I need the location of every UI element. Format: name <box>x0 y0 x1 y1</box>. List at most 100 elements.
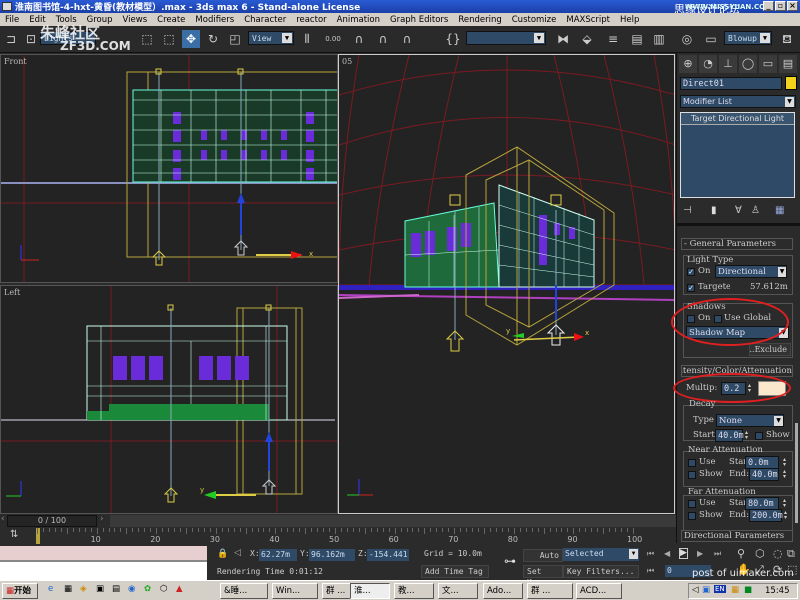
menu-item-maxscript[interactable]: MAXScript <box>561 15 615 25</box>
quick-launch-icon[interactable]: ✿ <box>144 584 151 594</box>
object-color-swatch[interactable] <box>785 76 797 90</box>
light-type-dropdown[interactable]: Directional ▼ <box>715 265 787 278</box>
near-end-spinner[interactable]: ▴ ▾ <box>783 469 788 480</box>
quick-launch-icon[interactable]: ◉ <box>128 584 135 594</box>
link-icon[interactable]: ⊡ <box>22 30 40 48</box>
absolute-mode-icon[interactable]: ◁ <box>234 548 241 558</box>
menu-item-file[interactable]: File <box>0 15 24 25</box>
start-button[interactable]: ▦开始 <box>2 583 38 599</box>
pin-stack-icon[interactable]: ⊣ <box>683 205 692 216</box>
rotate-icon[interactable]: ↻ <box>204 30 222 48</box>
network-icon[interactable]: ▣ <box>702 585 710 595</box>
zoom-icon[interactable]: ⚲ <box>737 547 745 560</box>
select-region-icon[interactable]: ⬚ <box>138 30 156 48</box>
add-time-tag-button[interactable]: Add Time Tag <box>421 565 489 578</box>
modify-tab-icon[interactable]: ◔ <box>699 55 717 73</box>
percent-snap-icon[interactable]: ∩ <box>374 30 392 48</box>
quick-launch-icon[interactable]: ▲ <box>176 584 183 594</box>
decay-show-checkbox[interactable] <box>755 432 763 440</box>
viewport-front[interactable]: x Front <box>0 54 338 283</box>
menu-item-customize[interactable]: Customize <box>507 15 562 25</box>
time-slider[interactable]: 0 / 100 <box>7 515 97 527</box>
angle-snap-icon[interactable]: ∩ <box>350 30 368 48</box>
close-button[interactable]: × <box>787 1 798 11</box>
quick-launch-icon[interactable]: ◈ <box>80 584 87 594</box>
remove-modifier-icon[interactable]: ♙ <box>751 205 760 216</box>
far-start-spinner[interactable]: ▴ ▾ <box>783 498 788 509</box>
named-selection-dropdown[interactable]: ▼ <box>466 31 546 45</box>
lock-selection-icon[interactable]: 🔒 <box>217 549 228 559</box>
ime-icon[interactable]: ▦ <box>731 585 739 595</box>
spinner-snap-toggle-icon[interactable]: ∩ <box>398 30 416 48</box>
far-end-field[interactable]: 200.0m <box>749 509 783 522</box>
set-key-button[interactable]: Set Key <box>523 565 563 587</box>
taskbar-item[interactable]: Ado... <box>483 583 523 599</box>
quick-launch-icon[interactable]: ⬡ <box>160 584 167 594</box>
directional-parameters-rollout[interactable]: Directional Parameters <box>681 530 793 542</box>
quick-launch-icon[interactable]: ▦ <box>64 584 72 594</box>
z-coordinate-field[interactable]: -154.441 <box>367 549 409 561</box>
display-tab-icon[interactable]: ▭ <box>759 55 777 73</box>
taskbar-item[interactable]: 教... <box>394 583 434 599</box>
modifier-stack[interactable]: Target Directional Light <box>680 112 795 198</box>
key-filters-button[interactable]: Key Filters... <box>563 565 639 578</box>
ie-icon[interactable]: e <box>48 584 53 594</box>
window-crossing-icon[interactable]: ⬚ <box>160 30 178 48</box>
play-icon[interactable]: ▶ <box>679 548 688 559</box>
set-key-mode-icon[interactable]: ⊶ <box>504 554 516 568</box>
go-to-end-icon[interactable]: ⏭ <box>714 549 721 559</box>
decay-type-dropdown[interactable]: None ▼ <box>716 414 784 427</box>
motion-tab-icon[interactable]: ◯ <box>739 55 757 73</box>
next-frame-icon[interactable]: ▶ <box>697 549 703 558</box>
volume-icon[interactable]: ◁ <box>692 585 699 595</box>
taskbar-item[interactable]: 文... <box>438 583 478 599</box>
viewport-left[interactable]: y Left <box>0 285 338 514</box>
maxscript-listener[interactable] <box>0 546 207 580</box>
menu-item-help[interactable]: Help <box>615 15 644 25</box>
make-unique-icon[interactable]: ∀ <box>735 205 742 216</box>
near-start-spinner[interactable]: ▴ ▾ <box>783 457 788 468</box>
minimize-button[interactable]: _ <box>763 1 774 11</box>
render-scene-icon[interactable]: ▭ <box>702 30 720 48</box>
key-mode-toggle-icon[interactable]: ⏮ <box>647 566 654 576</box>
near-end-field[interactable]: 40.0m <box>749 468 779 481</box>
material-editor-icon[interactable]: ◎ <box>678 30 696 48</box>
next-frame-icon[interactable]: › <box>100 514 104 524</box>
mirror-icon[interactable]: ⧓ <box>554 30 572 48</box>
exclude-button[interactable]: Exclude.. <box>749 343 791 356</box>
menu-item-character[interactable]: Character <box>239 15 291 25</box>
scale-icon[interactable]: ◰ <box>226 30 244 48</box>
mini-curve-editor-icon[interactable]: ⇅ <box>10 529 18 540</box>
x-coordinate-field[interactable]: 62.27m <box>259 549 297 561</box>
menu-item-modifiers[interactable]: Modifiers <box>190 15 239 25</box>
language-indicator[interactable]: EN <box>714 585 726 593</box>
zoom-extents-all-icon[interactable]: ⧉ <box>787 547 795 561</box>
menu-item-reactor[interactable]: reactor <box>291 15 331 25</box>
pivot-icon[interactable]: ⫴ <box>298 30 316 48</box>
maxscript-macro-line[interactable] <box>0 546 207 562</box>
quick-launch-icon[interactable]: ▤ <box>112 584 120 594</box>
maximize-button[interactable]: ▫ <box>775 1 786 11</box>
configure-modifier-sets-icon[interactable]: ▦ <box>775 205 784 216</box>
far-use-checkbox[interactable] <box>688 500 696 508</box>
tray-app-icon[interactable]: ■ <box>744 585 752 595</box>
targeted-checkbox[interactable]: ✓ <box>687 284 695 292</box>
schematic-view-icon[interactable]: ▥ <box>650 30 668 48</box>
far-end-spinner[interactable]: ▴ ▾ <box>784 510 789 521</box>
layers-icon[interactable]: ≡ <box>604 30 622 48</box>
y-coordinate-field[interactable]: 96.162m <box>309 549 355 561</box>
viewport-camera[interactable]: xy 05 <box>338 54 675 514</box>
curve-editor-icon[interactable]: ▤ <box>628 30 646 48</box>
taskbar-item[interactable]: Win... <box>272 583 318 599</box>
near-show-checkbox[interactable] <box>688 471 696 479</box>
viewport-label-camera[interactable]: 05 <box>342 57 352 66</box>
named-selection-icon[interactable]: {} <box>444 30 462 48</box>
taskbar-item[interactable]: &睡... <box>220 583 268 599</box>
object-name-field[interactable]: Direct01 <box>680 77 782 90</box>
panel-scrollbar[interactable] <box>795 423 798 523</box>
light-on-checkbox[interactable]: ✓ <box>687 268 695 276</box>
decay-start-spinner[interactable]: ▴ ▾ <box>745 430 750 441</box>
menu-item-animation[interactable]: Animation <box>332 15 385 25</box>
go-to-start-icon[interactable]: ⏮ <box>647 549 654 559</box>
general-parameters-rollout[interactable]: - General Parameters <box>681 238 793 250</box>
